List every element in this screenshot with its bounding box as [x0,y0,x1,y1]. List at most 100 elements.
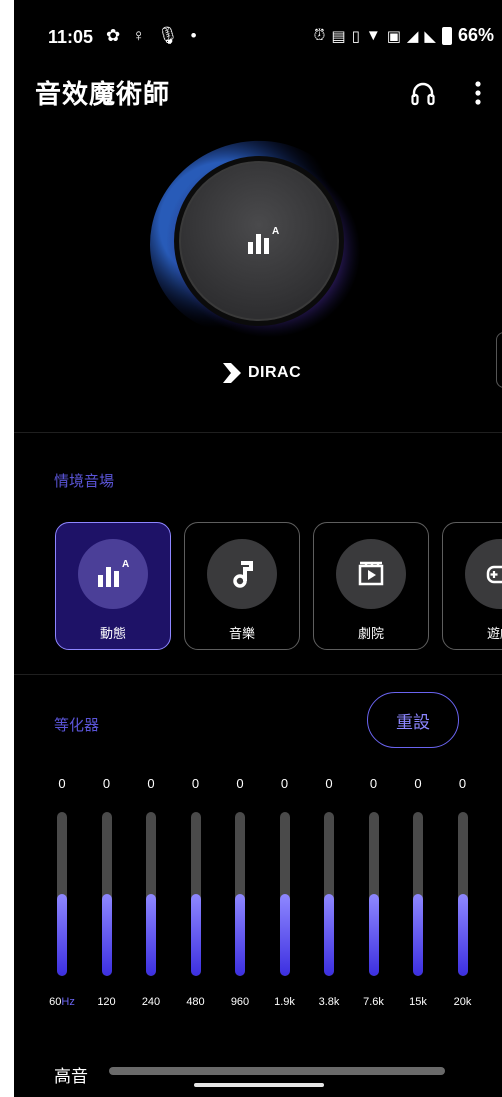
eq-band-fill [279,894,290,976]
dynamic-eq-icon: A [98,559,129,587]
eq-band-fill [146,894,156,976]
eq-band-frequency: 60Hz [42,996,82,1008]
dirac-logo-icon [223,363,241,383]
eq-band-value: 0 [280,776,289,791]
eq-band-value: 0 [458,776,467,791]
eq-band-frequency-value: 960 [230,996,250,1008]
eq-band-fill [235,894,245,976]
icon-badge-text: A [272,226,279,237]
eq-band-frequency-value: 3.8k [318,996,340,1008]
wifi-icon: ▼ [365,27,381,44]
scene-icon-circle [465,539,502,609]
eq-band-slider[interactable] [101,812,112,976]
status-time: 11:05 [48,27,94,47]
scene-section-label: 情境音場 [54,473,115,490]
sound-hero: A DIRAC [14,120,502,430]
volte-icon: ▣ [386,27,401,45]
eq-band-value: 0 [236,776,244,791]
bulb-icon: ♀ [132,26,145,45]
alarm-icon: ⏰︎ [313,27,326,44]
eq-band-frequency-value: 60 [49,996,62,1008]
eq-hz-unit: Hz [61,996,75,1008]
eq-band-fill [457,894,468,976]
scene-label: 劇院 [357,626,384,641]
status-right-icons: ⏰︎ ▤ ▯ ▼ ▣ ◢ ◣ 66% [314,25,494,46]
reset-button[interactable]: 重設 [367,692,459,748]
movie-icon [358,561,384,586]
scene-icon-circle [336,539,406,609]
app-screen: 11:05 ✿ ♀ 🎙︎ • ⏰︎ ▤ ▯ ▼ ▣ ◢ ◣ 66% 音效魔術師 [14,0,502,1097]
scene-label: 音樂 [228,626,255,641]
eq-band-slider[interactable] [279,812,290,976]
eq-band-fill [101,894,112,976]
scene-card-dynamic[interactable]: A 動態 [55,522,171,650]
eq-band-value: 0 [414,776,422,791]
eq-band-frequency-value: 480 [186,996,205,1008]
treble-slider[interactable] [109,1067,445,1075]
eq-band-value: 0 [102,776,111,791]
scene-card-theater[interactable]: 劇院 [313,522,429,650]
scene-list: A 動態 音樂 劇院 遊 [55,522,502,650]
eq-band-value: 0 [58,776,66,791]
eq-band-fill [190,894,201,976]
eq-band-slider[interactable] [57,812,67,976]
status-bar: 11:05 ✿ ♀ 🎙︎ • ⏰︎ ▤ ▯ ▼ ▣ ◢ ◣ 66% [14,18,502,54]
eq-band-frequency-value: 1.9k [274,996,295,1008]
status-left-icons: ✿ ♀ 🎙︎ • [106,26,197,46]
eq-band-frequency-value: 120 [97,996,116,1008]
signal-2-icon: ◣ [424,27,436,45]
eq-band-slider[interactable] [146,812,156,976]
eq-section-label: 等化器 [54,717,100,734]
signal-icon: ◢ [406,27,419,45]
battery-percent: 66% [457,25,494,45]
eq-band-frequency: 1.9k [265,996,305,1008]
vibrate-icon: ▯ [351,27,360,45]
eq-band-frequency: 480 [176,996,216,1008]
eq-band-slider[interactable] [368,812,379,976]
eq-band-frequency: 240 [131,996,171,1008]
dirac-logo: DIRAC [222,362,301,384]
eq-band-value: 0 [369,776,378,791]
more-options-icon[interactable] [466,78,490,108]
headphone-icon[interactable] [410,80,436,106]
dirac-brand: DIRAC [248,364,302,381]
eq-band-frequency-value: 20k [453,996,472,1008]
home-indicator[interactable] [194,1083,324,1087]
divider [14,432,502,433]
side-panel-handle[interactable] [496,332,502,388]
music-note-icon [233,561,253,588]
eq-band-frequency-value: 15k [409,996,427,1008]
dynamic-eq-icon: A [248,226,279,254]
divider [14,674,502,675]
scene-icon-circle: A [78,539,148,609]
scene-icon-circle [207,539,277,609]
eq-band-frequency-value: 7.6k [363,996,384,1008]
eq-band-slider[interactable] [190,812,201,976]
settings-gear-icon: ✿ [106,26,121,45]
eq-band-slider[interactable] [324,812,334,976]
eq-band-frequency: 20k [443,996,483,1008]
eq-band-fill [57,894,67,976]
eq-band-slider[interactable] [235,812,245,976]
eq-band-fill [324,894,334,976]
eq-band-frequency: 960 [220,996,260,1008]
eq-band-fill [368,894,379,976]
scene-card-game[interactable]: 遊戲 [442,522,502,650]
eq-band-frequency: 7.6k [354,996,394,1008]
eq-band-frequency: 3.8k [309,996,349,1008]
eq-band-value: 0 [191,776,200,791]
treble-label: 高音 [54,1067,88,1086]
battery-icon [441,26,452,45]
eq-band-value: 0 [325,776,333,791]
dot-icon: • [190,26,197,45]
microphone-icon: 🎙︎ [157,26,179,45]
auto-icon: ▤ [331,27,346,45]
eq-band-fill [413,894,423,976]
gamepad-icon [486,565,502,584]
scene-label: 遊戲 [486,626,502,641]
eq-band-slider[interactable] [413,812,423,976]
eq-band-frequency-value: 240 [141,996,161,1008]
scene-card-music[interactable]: 音樂 [184,522,300,650]
eq-band-slider[interactable] [457,812,468,976]
eq-band-frequency: 120 [87,996,127,1008]
